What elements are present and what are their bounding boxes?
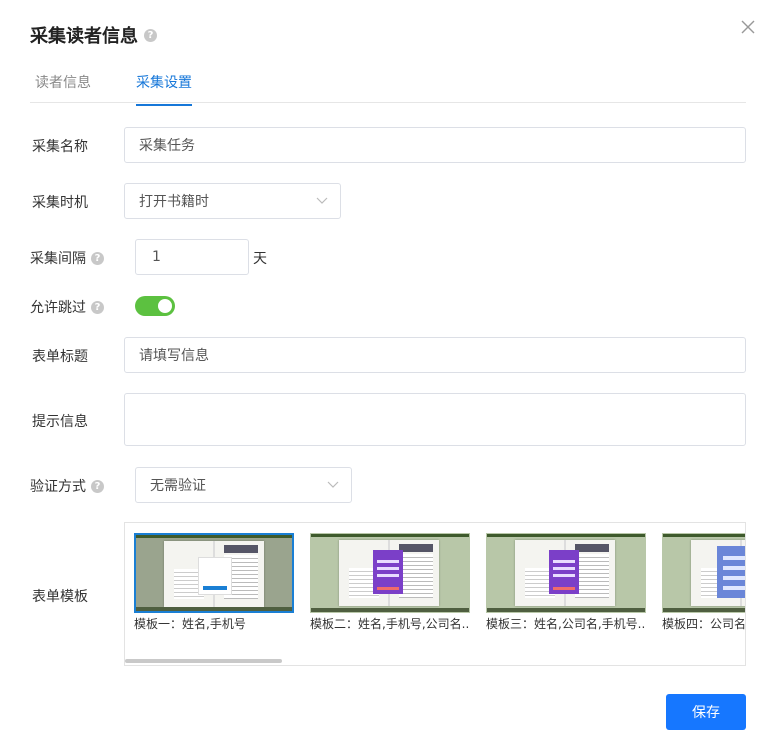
timing-select-value: 打开书籍时 — [139, 194, 209, 210]
dialog-title-wrap: 采集读者信息 ? — [30, 22, 157, 48]
horizontal-scrollbar[interactable] — [125, 659, 282, 663]
help-icon[interactable]: ? — [91, 251, 104, 265]
timing-label-text: 采集时机 — [32, 195, 88, 211]
verify-label-text: 验证方式 — [30, 479, 86, 495]
template-thumbnail — [310, 533, 470, 613]
name-label-text: 采集名称 — [32, 139, 88, 155]
hint-textarea[interactable] — [124, 393, 746, 446]
tab-collect-settings[interactable]: 采集设置 — [136, 72, 192, 106]
save-button[interactable]: 保存 — [666, 694, 746, 730]
template-card-1[interactable]: 模板一：姓名,手机号 — [134, 533, 294, 632]
interval-input-value: 1 — [152, 249, 161, 265]
toggle-knob — [158, 299, 172, 313]
form-title-label-text: 表单标题 — [32, 349, 88, 365]
chevron-down-icon — [316, 197, 328, 204]
template-caption: 模板二：姓名,手机号,公司名... — [310, 617, 470, 631]
help-icon[interactable]: ? — [91, 300, 104, 314]
template-card-3[interactable]: 模板三：姓名,公司名,手机号... — [486, 533, 646, 632]
tab-bar: 读者信息 采集设置 — [30, 64, 746, 106]
interval-label-text: 采集间隔 — [30, 251, 86, 267]
verify-select-value: 无需验证 — [150, 478, 206, 494]
template-card-4[interactable]: 模板四：公司名 — [662, 533, 746, 632]
template-caption: 模板三：姓名,公司名,手机号... — [486, 617, 646, 631]
interval-label: 采集间隔 ? — [30, 248, 104, 268]
collect-reader-info-dialog: 采集读者信息 ? 读者信息 采集设置 采集名称 采集任务 采集时机 打开书籍时 … — [0, 0, 775, 754]
template-label-text: 表单模板 — [32, 589, 88, 605]
hint-label-text: 提示信息 — [32, 414, 88, 430]
template-caption: 模板四：公司名 — [662, 617, 746, 631]
close-icon[interactable] — [739, 18, 757, 36]
template-thumbnail — [134, 533, 294, 613]
name-input-value: 采集任务 — [139, 138, 195, 154]
template-thumbnail — [486, 533, 646, 613]
help-icon[interactable]: ? — [144, 28, 157, 42]
form-title-input[interactable]: 请填写信息 — [124, 337, 746, 373]
verify-select[interactable]: 无需验证 — [135, 467, 352, 503]
skip-toggle[interactable] — [135, 296, 175, 316]
skip-label-text: 允许跳过 — [30, 300, 86, 316]
timing-label: 采集时机 — [32, 192, 88, 212]
form-title-input-value: 请填写信息 — [139, 348, 209, 364]
verify-label: 验证方式 ? — [30, 476, 104, 496]
template-caption: 模板一：姓名,手机号 — [134, 617, 246, 631]
form-title-label: 表单标题 — [32, 346, 88, 366]
help-icon[interactable]: ? — [91, 479, 104, 493]
tab-reader-info[interactable]: 读者信息 — [35, 72, 91, 104]
interval-unit: 天 — [253, 251, 267, 267]
dialog-title: 采集读者信息 — [30, 26, 138, 47]
hint-label: 提示信息 — [32, 411, 88, 431]
name-input[interactable]: 采集任务 — [124, 127, 746, 163]
template-gallery: 模板一：姓名,手机号 模板二：姓名,手机号,公司名... 模板三：姓名,公司名,… — [124, 522, 746, 666]
chevron-down-icon — [327, 481, 339, 488]
template-thumbnail — [662, 533, 745, 613]
timing-select[interactable]: 打开书籍时 — [124, 183, 341, 219]
name-label: 采集名称 — [32, 136, 88, 156]
template-card-2[interactable]: 模板二：姓名,手机号,公司名... — [310, 533, 470, 632]
template-label: 表单模板 — [32, 586, 88, 606]
skip-label: 允许跳过 ? — [30, 297, 104, 317]
interval-input[interactable]: 1 — [135, 239, 249, 275]
